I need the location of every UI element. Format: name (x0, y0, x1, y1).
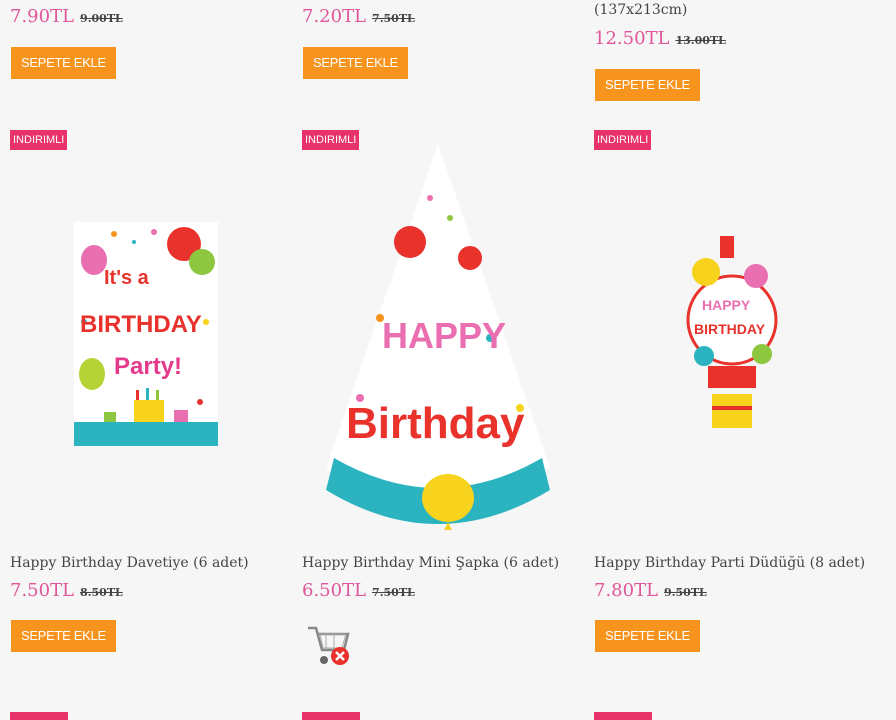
svg-text:HAPPY: HAPPY (702, 297, 751, 313)
old-price: 9.50TL (664, 586, 707, 599)
price: 12.50TL 13.00TL (594, 28, 726, 49)
old-price: 8.50TL (80, 586, 123, 599)
discount-badge (594, 712, 652, 720)
product-name[interactable]: Happy Birthday Parti Düdüğü (8 adet) (594, 555, 865, 571)
old-price: 9.00TL (80, 12, 123, 25)
svg-text:Birthday: Birthday (346, 399, 525, 448)
old-price: 7.50TL (372, 586, 415, 599)
price: 7.50TL 8.50TL (10, 580, 123, 601)
svg-text:Party!: Party! (114, 353, 182, 380)
add-to-cart-button[interactable]: SEPETE EKLE (11, 47, 116, 79)
add-to-cart-button[interactable]: SEPETE EKLE (11, 620, 116, 652)
svg-text:BIRTHDAY: BIRTHDAY (80, 311, 202, 338)
discount-badge: INDIRIMLI (10, 130, 68, 150)
product-image-invitation[interactable]: It's a BIRTHDAY Party! (74, 222, 218, 446)
svg-text:BIRTHDAY: BIRTHDAY (694, 321, 766, 337)
product-column-1: 7.90TL 9.00TL SEPETE EKLE INDIRIMLI It's … (0, 0, 280, 720)
svg-text:HAPPY: HAPPY (382, 315, 506, 356)
price: 7.90TL 9.00TL (10, 6, 123, 27)
old-price: 7.50TL (372, 12, 415, 25)
cart-remove-icon[interactable] (304, 620, 354, 670)
discount-badge (10, 712, 68, 720)
product-column-2: 7.20TL 7.50TL SEPETE EKLE INDIRIMLI HAPPY… (292, 0, 572, 720)
product-image-party-blower[interactable]: HAPPY BIRTHDAY (684, 236, 780, 432)
price: 7.20TL 7.50TL (302, 6, 415, 27)
old-price: 13.00TL (675, 34, 726, 47)
add-to-cart-button[interactable]: SEPETE EKLE (303, 47, 408, 79)
product-size: (137x213cm) (594, 2, 688, 18)
product-name[interactable]: Happy Birthday Mini Şapka (6 adet) (302, 555, 559, 571)
svg-text:It's a: It's a (104, 267, 150, 289)
product-name[interactable]: Happy Birthday Davetiye (6 adet) (10, 555, 249, 571)
add-to-cart-button[interactable]: SEPETE EKLE (595, 69, 700, 101)
price: 7.80TL 9.50TL (594, 580, 707, 601)
price: 6.50TL 7.50TL (302, 580, 415, 601)
product-image-party-hat[interactable]: HAPPY Birthday (320, 138, 556, 532)
product-column-3: (137x213cm) 12.50TL 13.00TL SEPETE EKLE I… (584, 0, 865, 720)
discount-badge: INDIRIMLI (594, 130, 652, 150)
discount-badge (302, 712, 360, 720)
add-to-cart-button[interactable]: SEPETE EKLE (595, 620, 700, 652)
